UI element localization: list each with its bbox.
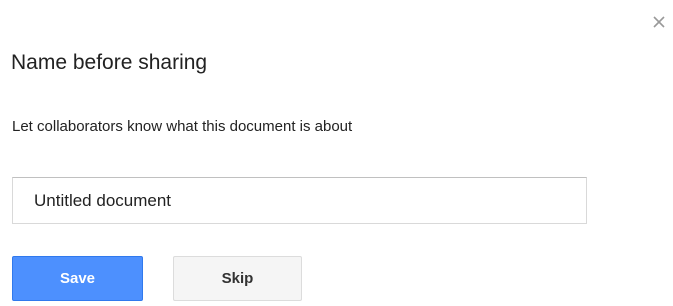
dialog-title: Name before sharing [11, 51, 208, 74]
name-before-sharing-dialog: Name before sharing Let collaborators kn… [0, 0, 673, 306]
dialog-subtitle: Let collaborators know what this documen… [12, 118, 353, 135]
save-button[interactable]: Save [12, 256, 143, 301]
close-icon[interactable] [651, 14, 667, 30]
skip-button[interactable]: Skip [173, 256, 302, 301]
document-name-input[interactable] [12, 177, 587, 224]
